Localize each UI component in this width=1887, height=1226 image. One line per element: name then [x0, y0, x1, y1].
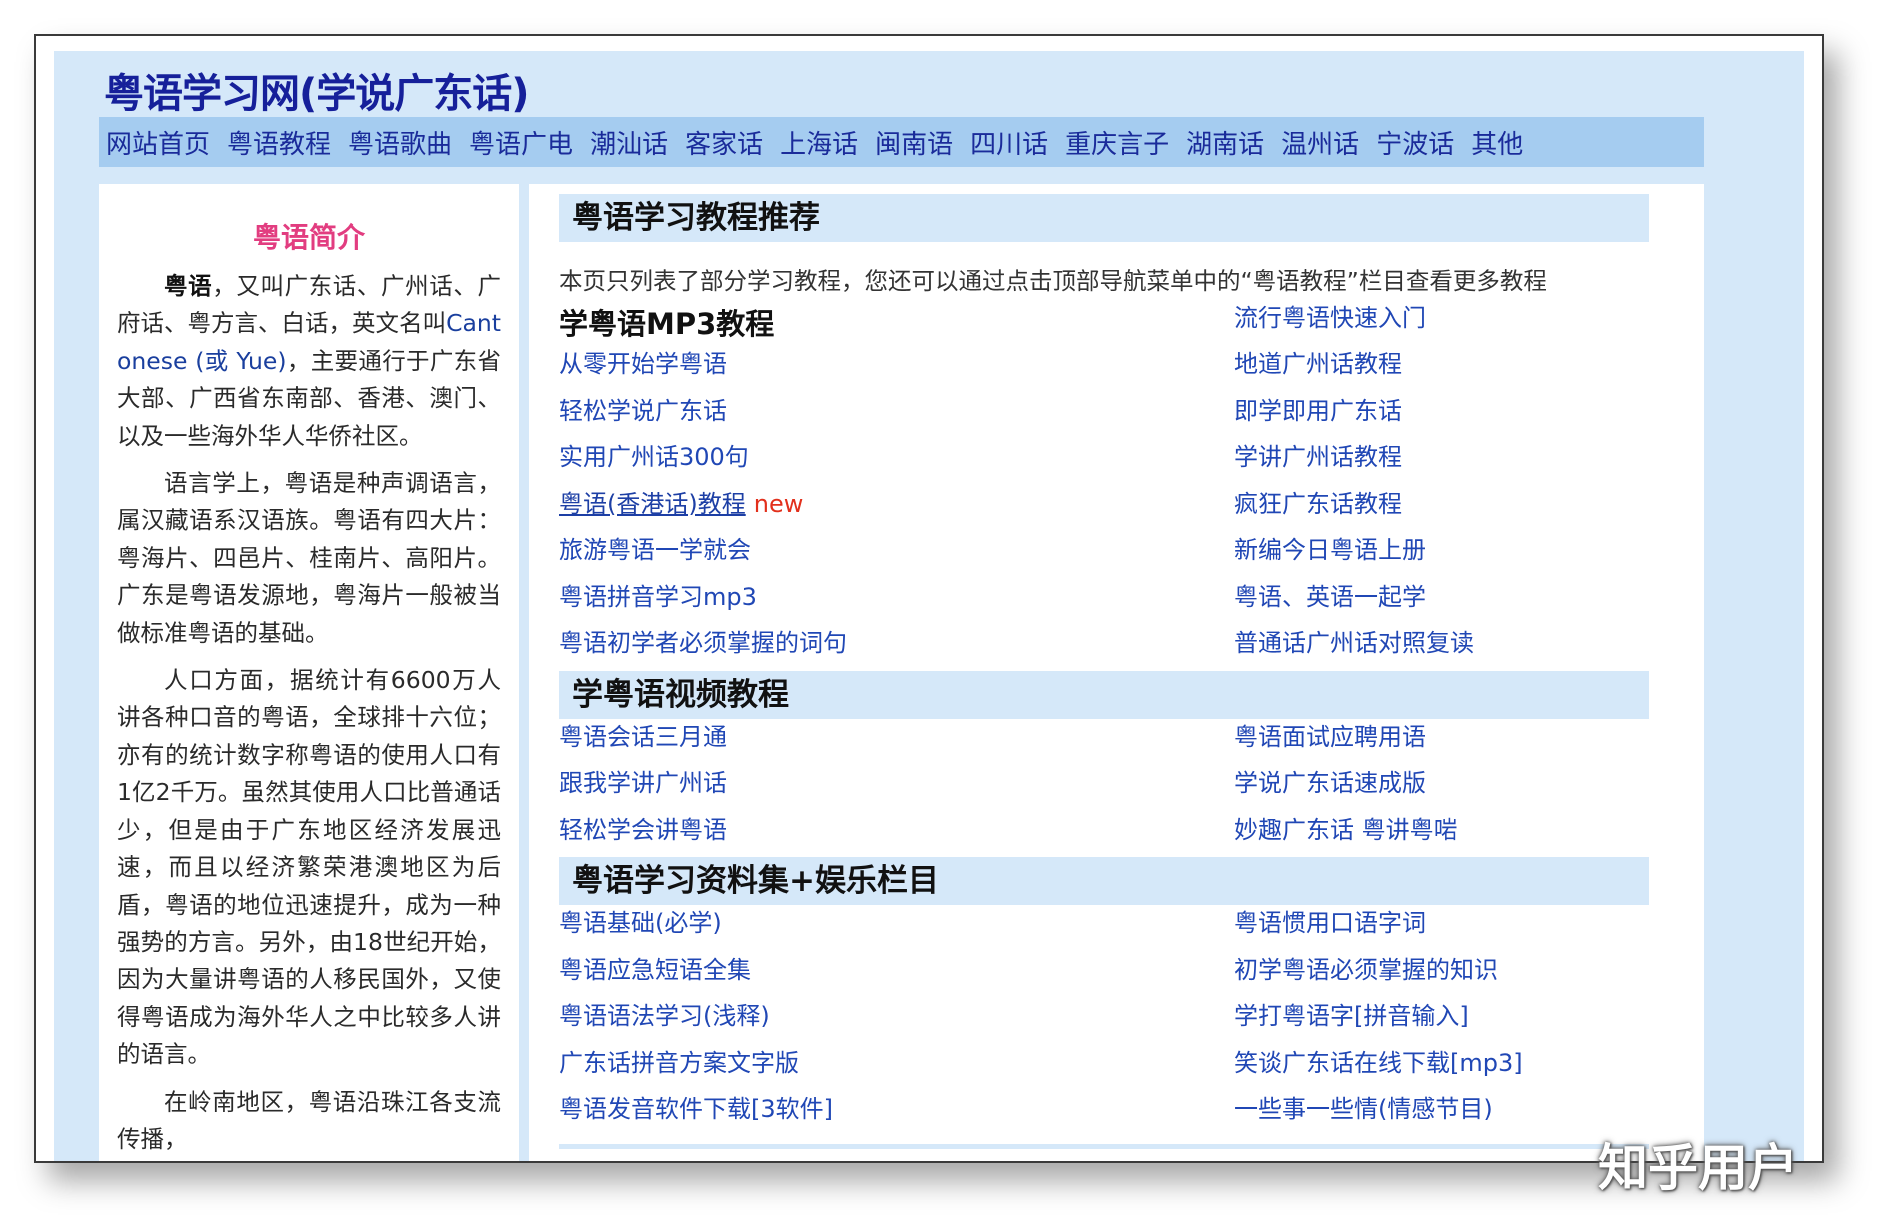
tutorial-link-with-badge: 粤语(香港话)教程 new	[559, 484, 803, 519]
tutorial-link[interactable]: 实用广州话300句	[559, 437, 749, 472]
resource-link[interactable]: 一些事一些情(情感节目)	[1234, 1089, 1493, 1124]
resource-link[interactable]: 学打粤语字[拼音输入]	[1234, 996, 1469, 1031]
video-link[interactable]: 轻松学会讲粤语	[559, 810, 727, 845]
tutorial-link[interactable]: 粤语、英语一起学	[1234, 577, 1426, 612]
video-link[interactable]: 学说广东话速成版	[1234, 763, 1426, 798]
tutorial-link[interactable]: 普通话广州话对照复读	[1234, 623, 1474, 658]
tutorial-link[interactable]: 即学即用广东话	[1234, 391, 1402, 426]
watermark: 知乎用户	[1598, 1139, 1798, 1197]
nav-item-home[interactable]: 网站首页	[106, 124, 210, 161]
screenshot-frame: 粤语学习网(学说广东话) 网站首页 粤语教程 粤语歌曲 粤语广电 潮汕话 客家话…	[34, 34, 1824, 1163]
intro-paragraph-3: 人口方面，据统计有6600万人讲各种口音的粤语，全球排十六位；亦有的统计数字称粤…	[117, 666, 501, 1069]
nav-item-chaoshan[interactable]: 潮汕话	[590, 124, 668, 161]
nav-item-chongqing[interactable]: 重庆言子	[1065, 124, 1169, 161]
intro-paragraph-1: 粤语，又叫广东话、广州话、广府话、粤方言、白话，英文名叫Cantonese (或…	[117, 268, 501, 455]
tutorial-link[interactable]: 轻松学说广东话	[559, 391, 727, 426]
nav-item-hakka[interactable]: 客家话	[685, 124, 763, 161]
new-badge: new	[753, 490, 804, 518]
nav-item-sichuanese[interactable]: 四川话	[970, 124, 1048, 161]
resource-link[interactable]: 粤语发音软件下载[3软件]	[559, 1089, 833, 1124]
tutorial-link[interactable]: 粤语拼音学习mp3	[559, 577, 757, 612]
mp3-tutorials-label: 学粤语MP3教程	[559, 307, 775, 341]
nav-item-wenzhou[interactable]: 温州话	[1281, 124, 1359, 161]
web-page: 粤语学习网(学说广东话) 网站首页 粤语教程 粤语歌曲 粤语广电 潮汕话 客家话…	[54, 51, 1804, 1161]
video-link[interactable]: 粤语面试应聘用语	[1234, 717, 1426, 752]
tutorial-link[interactable]: 从零开始学粤语	[559, 344, 727, 379]
nav-item-cantonese-broadcast[interactable]: 粤语广电	[469, 124, 573, 161]
section-heading-video: 学粤语视频教程	[559, 671, 1649, 719]
sidebar-intro: 粤语简介 粤语，又叫广东话、广州话、广府话、粤方言、白话，英文名叫Cantone…	[99, 184, 519, 1161]
nav-item-minnan[interactable]: 闽南语	[875, 124, 953, 161]
resource-link[interactable]: 粤语语法学习(浅释)	[559, 996, 770, 1031]
tutorial-link[interactable]: 旅游粤语一学就会	[559, 530, 751, 565]
nav-item-other[interactable]: 其他	[1471, 124, 1523, 161]
section-heading-tutorials: 粤语学习教程推荐	[559, 194, 1649, 242]
tutorial-link[interactable]: 粤语初学者必须掌握的词句	[559, 623, 847, 658]
site-title[interactable]: 粤语学习网(学说广东话)	[104, 61, 530, 119]
resource-link[interactable]: 笑谈广东话在线下载[mp3]	[1234, 1043, 1523, 1078]
sidebar-title: 粤语简介	[252, 221, 365, 254]
top-navigation: 网站首页 粤语教程 粤语歌曲 粤语广电 潮汕话 客家话 上海话 闽南语 四川话 …	[99, 117, 1704, 167]
section-heading-resources: 粤语学习资料集+娱乐栏目	[559, 857, 1649, 905]
tutorial-link[interactable]: 新编今日粤语上册	[1234, 530, 1426, 565]
tutorial-link[interactable]: 地道广州话教程	[1234, 344, 1402, 379]
tutorial-link[interactable]: 疯狂广东话教程	[1234, 484, 1402, 519]
resource-link[interactable]: 粤语惯用口语字词	[1234, 903, 1426, 938]
section-divider	[559, 1144, 1649, 1149]
section-intro: 本页只列表了部分学习教程，您还可以通过点击顶部导航菜单中的“粤语教程”栏目查看更…	[559, 267, 1547, 295]
nav-item-cantonese-songs[interactable]: 粤语歌曲	[348, 124, 452, 161]
main-content: 粤语学习教程推荐 本页只列表了部分学习教程，您还可以通过点击顶部导航菜单中的“粤…	[529, 184, 1704, 1161]
resource-link[interactable]: 粤语基础(必学)	[559, 903, 722, 938]
resource-link[interactable]: 广东话拼音方案文字版	[559, 1043, 799, 1078]
intro-paragraph-2: 语言学上，粤语是种声调语言，属汉藏语系汉语族。粤语有四大片：粤海片、四邑片、桂南…	[117, 469, 501, 647]
nav-item-cantonese-tutorials[interactable]: 粤语教程	[227, 124, 331, 161]
tutorial-link[interactable]: 流行粤语快速入门	[1234, 298, 1426, 333]
resource-link[interactable]: 初学粤语必须掌握的知识	[1234, 950, 1498, 985]
nav-item-hunanese[interactable]: 湖南话	[1186, 124, 1264, 161]
video-link[interactable]: 跟我学讲广州话	[559, 763, 727, 798]
video-link[interactable]: 粤语会话三月通	[559, 717, 727, 752]
intro-paragraph-4: 在岭南地区，粤语沿珠江各支流传播，	[117, 1087, 501, 1153]
tutorial-link[interactable]: 学讲广州话教程	[1234, 437, 1402, 472]
intro-keyword: 粤语	[164, 272, 213, 300]
tutorial-link[interactable]: 粤语(香港话)教程	[559, 490, 746, 518]
nav-item-shanghainese[interactable]: 上海话	[780, 124, 858, 161]
resource-link[interactable]: 粤语应急短语全集	[559, 950, 751, 985]
video-link[interactable]: 妙趣广东话 粤讲粤啱	[1234, 810, 1458, 845]
nav-item-ningbo[interactable]: 宁波话	[1376, 124, 1454, 161]
